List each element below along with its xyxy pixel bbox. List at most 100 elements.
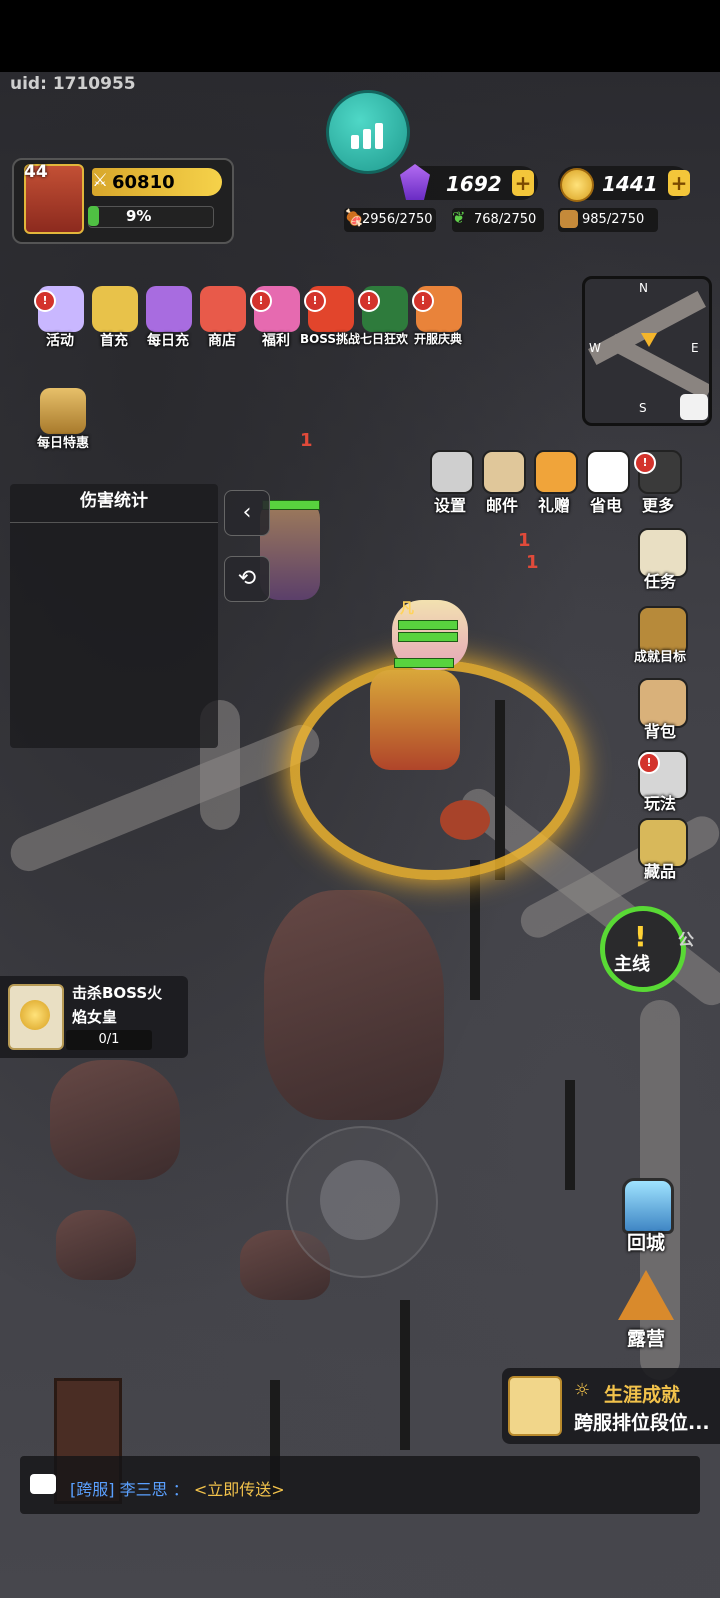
dead-tree xyxy=(470,860,480,1000)
damage-number: 1 xyxy=(300,430,313,451)
camp-label[interactable]: 露营 xyxy=(616,1324,676,1351)
utility-item-label[interactable]: 更多 xyxy=(628,492,688,516)
notification-badge: ! xyxy=(304,290,326,312)
compass-e: E xyxy=(691,341,699,355)
joystick-knob[interactable] xyxy=(320,1160,400,1240)
large-rock xyxy=(264,890,444,1120)
right-menu-label[interactable]: 背包 xyxy=(630,718,690,742)
scales-icon[interactable] xyxy=(40,388,86,434)
damage-number: 1 xyxy=(518,530,531,551)
compass-s: S xyxy=(639,401,647,415)
enemy-hp-bar xyxy=(262,500,320,510)
menu-item-icon[interactable] xyxy=(200,286,246,332)
wood-value: 985/2750 xyxy=(582,212,645,227)
exp-percent: 9% xyxy=(126,207,152,225)
stats-button[interactable] xyxy=(326,90,410,174)
add-gems-button[interactable]: + xyxy=(512,170,534,196)
quest-progress: 0/1 xyxy=(66,1030,152,1050)
notification-badge: ! xyxy=(634,452,656,474)
chart-bar-icon xyxy=(363,129,371,149)
notification-badge: ! xyxy=(412,290,434,312)
trophy-icon: ☼ xyxy=(574,1380,591,1401)
utility-item-label[interactable]: 省电 xyxy=(576,492,636,516)
achievement-title: 生涯成就 xyxy=(604,1384,681,1406)
return-city-label[interactable]: 回城 xyxy=(616,1228,676,1255)
damage-number: 1 xyxy=(526,552,539,573)
hero-character[interactable] xyxy=(370,670,460,770)
tent-icon[interactable] xyxy=(618,1270,674,1320)
quest-reward-icon xyxy=(8,984,64,1050)
chart-bar-icon xyxy=(375,123,383,149)
herb-icon: ❦ xyxy=(452,208,466,227)
menu-item-icon[interactable] xyxy=(146,286,192,332)
wood-resource: 985/2750 xyxy=(558,208,658,232)
history-button[interactable]: ⟲ xyxy=(224,556,270,602)
chat-line: [跨服] 李三思 ： <立即传送> xyxy=(70,1476,285,1500)
collapse-panel-button[interactable]: ‹ xyxy=(224,490,270,536)
gold-value: 1441 xyxy=(602,172,658,196)
menu-item-label[interactable]: 开服庆典 xyxy=(406,330,470,347)
hero-hp-bar xyxy=(394,658,454,668)
menu-item-icon[interactable] xyxy=(92,286,138,332)
chat-bubble-icon[interactable] xyxy=(30,1474,56,1494)
history-icon: ⟲ xyxy=(237,566,257,591)
gold-coin-icon xyxy=(560,168,594,202)
chat-teleport-link[interactable]: <立即传送> xyxy=(194,1480,285,1499)
gear-icon[interactable] xyxy=(430,450,474,494)
meat-icon: 🍖 xyxy=(344,208,364,227)
mail-icon[interactable] xyxy=(482,450,526,494)
swords-icon: ⚔ xyxy=(92,170,109,191)
exp-bar-fill xyxy=(88,206,99,226)
chart-bar-icon xyxy=(351,135,359,149)
right-menu-label[interactable]: 藏品 xyxy=(630,858,690,882)
compass-w: W xyxy=(589,341,601,355)
quest-title-line2: 焰女皇 xyxy=(72,1008,118,1026)
rock xyxy=(50,1060,180,1180)
utility-item-label[interactable]: 礼赠 xyxy=(524,492,584,516)
achievement-desc: 跨服排位段位... xyxy=(574,1412,710,1434)
notification-badge: ! xyxy=(250,290,272,312)
right-menu-label[interactable]: 任务 xyxy=(630,568,690,592)
chat-user[interactable]: 李三思 xyxy=(120,1480,168,1499)
notification-badge: ! xyxy=(34,290,56,312)
add-gold-button[interactable]: + xyxy=(668,170,690,196)
divider xyxy=(10,522,218,523)
player-level: 44 xyxy=(24,162,48,182)
camera-icon[interactable] xyxy=(680,394,708,420)
damage-stats-panel xyxy=(10,484,218,748)
dead-tree xyxy=(400,1300,410,1450)
exclamation-icon: ! xyxy=(634,920,647,953)
ally-hp-bar xyxy=(398,620,458,630)
utility-item-label[interactable]: 邮件 xyxy=(472,492,532,516)
achievement-badge-icon xyxy=(508,1376,562,1436)
compass-n: N xyxy=(639,281,648,295)
gift-icon[interactable] xyxy=(534,450,578,494)
rock xyxy=(56,1210,136,1280)
battery-icon[interactable] xyxy=(586,450,630,494)
notification-badge: ! xyxy=(358,290,380,312)
uid-label: uid: 1710955 xyxy=(10,74,136,94)
utility-item-label[interactable]: 设置 xyxy=(420,492,480,516)
scorpion-enemy[interactable] xyxy=(440,800,490,840)
daily-deal-label[interactable]: 每日特惠 xyxy=(28,432,98,451)
meat-value: 2956/2750 xyxy=(362,212,433,227)
damage-stats-title: 伤害统计 xyxy=(80,491,148,511)
status-bar xyxy=(0,0,720,72)
mainline-label: 主线 xyxy=(614,954,650,975)
player-marker-icon xyxy=(641,333,657,347)
herb-value: 768/2750 xyxy=(474,212,537,227)
wood-icon xyxy=(560,210,578,228)
meat-resource: 🍖 2956/2750 xyxy=(344,208,436,232)
gems-value: 1692 xyxy=(446,172,502,196)
chat-channel: [跨服] xyxy=(70,1480,115,1499)
quest-title-line1: 击杀BOSS火 xyxy=(72,984,163,1002)
right-menu-label[interactable]: 成就目标 xyxy=(630,646,690,665)
ally-hp-bar xyxy=(398,632,458,642)
ally-name: 凡 xyxy=(400,601,414,617)
chat-separator: ： xyxy=(172,1480,189,1499)
right-menu-label[interactable]: 玩法 xyxy=(630,790,690,814)
dead-tree xyxy=(565,1080,575,1190)
herb-resource: ❦ 768/2750 xyxy=(452,208,544,232)
portal-icon[interactable] xyxy=(622,1178,674,1234)
notification-badge: ! xyxy=(638,752,660,774)
